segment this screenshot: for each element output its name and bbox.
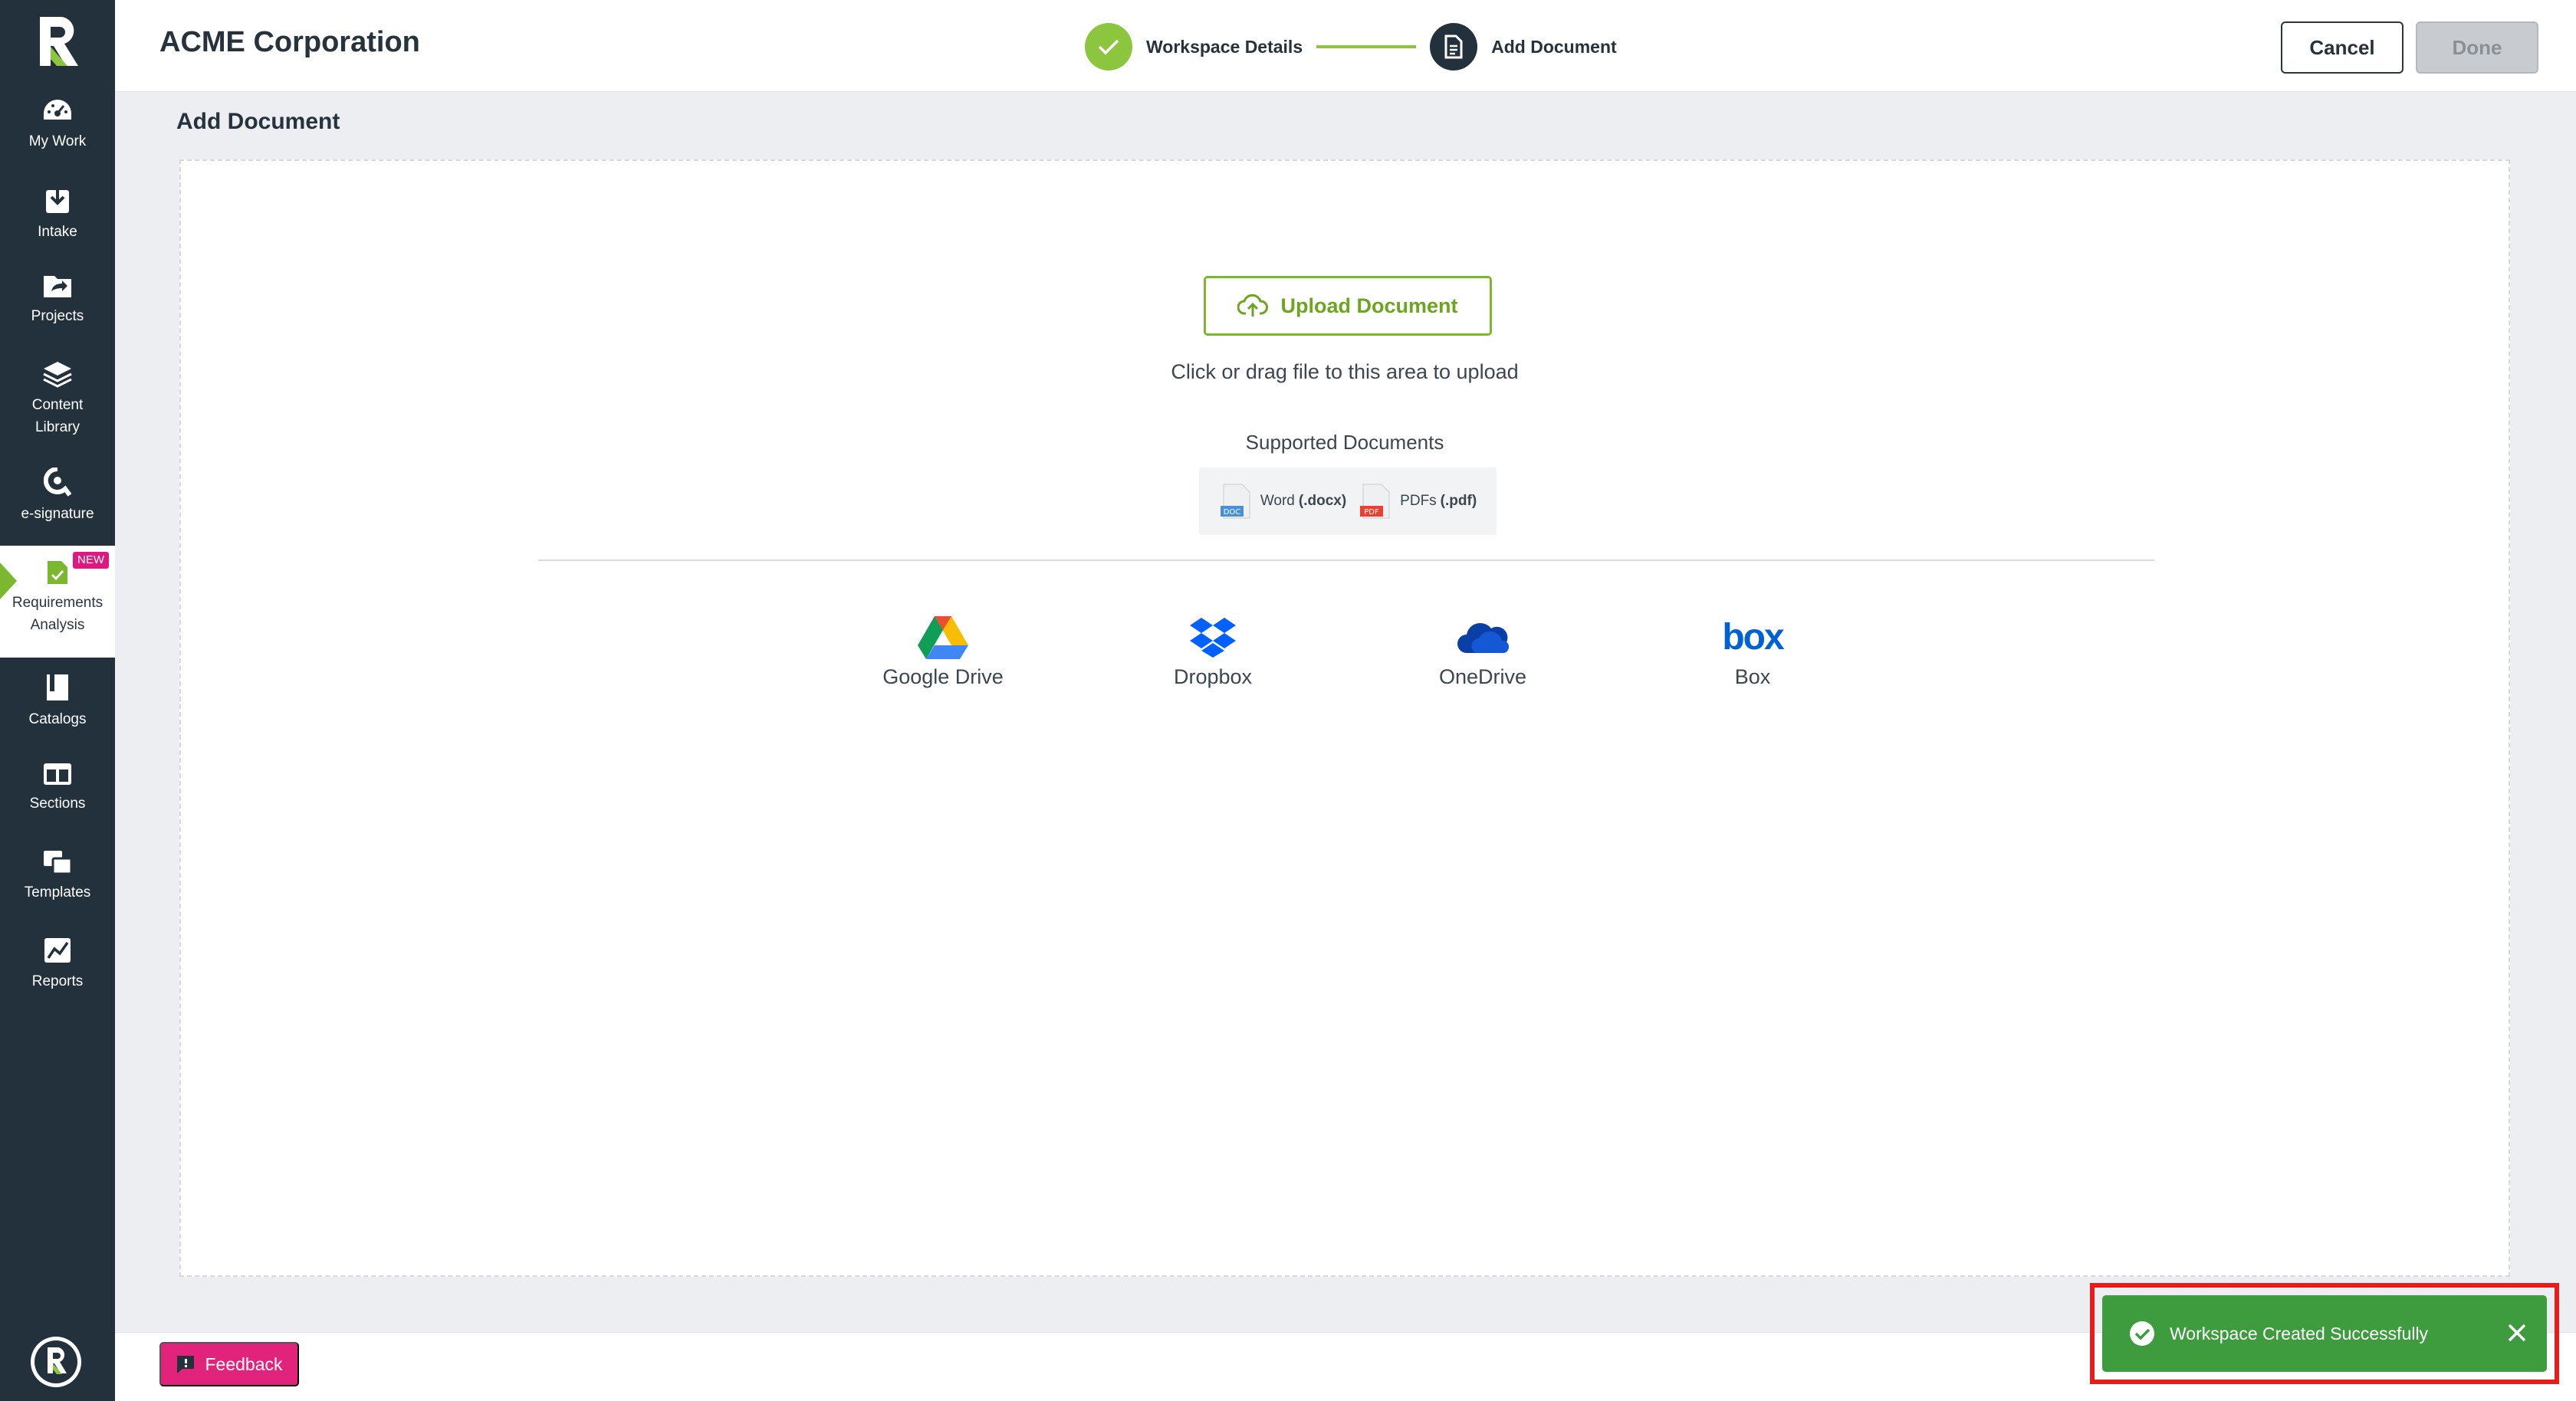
step-label-add-document: Add Document	[1491, 36, 1617, 57]
speedometer-icon	[44, 100, 71, 120]
app-logo[interactable]	[31, 14, 84, 69]
doc-type-pdf: PDF PDFs (.pdf)	[1359, 483, 1477, 520]
source-label: Box	[1734, 665, 1771, 688]
upload-document-label: Upload Document	[1280, 294, 1458, 317]
success-toast: Workspace Created Successfully	[2102, 1295, 2547, 1372]
templates-icon	[44, 851, 73, 875]
doc-type-pdf-name: PDFs	[1400, 493, 1437, 509]
sidebar-item-label: Sections	[29, 796, 86, 812]
source-label: Dropbox	[1173, 665, 1253, 688]
cancel-button[interactable]: Cancel	[2281, 21, 2404, 74]
sidebar-item-intake[interactable]: Intake	[0, 185, 115, 243]
sidebar-item-reports[interactable]: Reports	[0, 937, 115, 993]
sidebar-item-label: Intake	[38, 224, 77, 240]
sidebar-item-content-library[interactable]: Content Library	[0, 360, 115, 438]
done-button[interactable]: Done	[2416, 21, 2538, 74]
sidebar: My Work Intake Projects Content Library …	[0, 0, 115, 1401]
sidebar-item-label: Templates	[24, 884, 91, 901]
app-logo-bottom[interactable]	[29, 1335, 83, 1389]
sidebar-item-label: Reports	[31, 973, 84, 989]
sidebar-item-label: Content Library	[31, 397, 84, 435]
toast-message: Workspace Created Successfully	[2170, 1323, 2429, 1344]
sidebar-item-catalogs[interactable]: Catalogs	[0, 673, 115, 730]
feedback-icon	[177, 1356, 195, 1373]
google-drive-icon	[918, 616, 968, 659]
cloud-upload-icon	[1237, 294, 1269, 317]
doc-type-word-name: Word	[1260, 493, 1295, 509]
sidebar-item-sections[interactable]: Sections	[0, 762, 115, 815]
doc-type-pdf-ext: (.pdf)	[1440, 493, 1477, 509]
dropbox-icon	[1190, 618, 1236, 658]
top-header: ACME Corporation Workspace Details Add D…	[115, 0, 2576, 92]
signature-icon	[44, 468, 71, 497]
sidebar-item-templates[interactable]: Templates	[0, 849, 115, 904]
box-icon: box	[1722, 616, 1784, 658]
close-icon[interactable]	[2504, 1320, 2530, 1346]
layers-icon	[43, 362, 72, 388]
feedback-label: Feedback	[205, 1353, 283, 1374]
svg-text:DOC: DOC	[1224, 508, 1241, 517]
word-doc-icon: DOC	[1220, 484, 1250, 519]
doc-type-word-ext: (.docx)	[1298, 493, 1347, 509]
source-onedrive[interactable]: OneDrive	[1398, 612, 1567, 689]
step-connector	[1316, 45, 1417, 48]
source-google-drive[interactable]: Google Drive	[859, 612, 1027, 689]
source-dropbox[interactable]: Dropbox	[1129, 612, 1297, 689]
upload-document-button[interactable]: Upload Document	[1204, 276, 1492, 336]
sidebar-item-label: My Work	[28, 133, 87, 149]
supported-documents-title: Supported Documents	[1245, 431, 1444, 454]
source-box[interactable]: box Box	[1668, 612, 1837, 689]
sidebar-item-label: e-signature	[21, 506, 94, 522]
chart-icon	[44, 938, 71, 963]
supported-documents-list: DOC Word (.docx) PDF PDFs (.pdf)	[1199, 468, 1497, 535]
step-label-workspace-details: Workspace Details	[1146, 36, 1303, 57]
download-icon	[46, 185, 69, 213]
sidebar-item-projects[interactable]: Projects	[0, 273, 115, 327]
svg-text:PDF: PDF	[1364, 508, 1379, 517]
source-label: Google Drive	[882, 665, 1004, 688]
page-title: Add Document	[176, 109, 340, 134]
doc-type-word: DOC Word (.docx)	[1219, 483, 1346, 520]
divider	[538, 559, 2154, 561]
sidebar-item-requirements-analysis[interactable]: NEW Requirements Analysis	[0, 546, 115, 658]
new-badge: NEW	[73, 552, 109, 569]
feedback-button[interactable]: Feedback	[159, 1342, 299, 1386]
upload-dropzone[interactable]: Upload Document Click or drag file to th…	[179, 159, 2510, 1277]
document-check-icon	[48, 561, 67, 584]
sidebar-item-e-signature[interactable]: e-signature	[0, 468, 115, 525]
folder-share-icon	[44, 276, 71, 297]
company-name: ACME Corporation	[159, 26, 420, 58]
stepper: Workspace Details Add Document	[1085, 21, 1617, 72]
step-done-check-icon	[1085, 23, 1132, 71]
sidebar-item-my-work[interactable]: My Work	[0, 98, 115, 153]
book-icon	[47, 674, 68, 700]
sections-icon	[44, 763, 71, 785]
source-label: OneDrive	[1438, 665, 1527, 688]
drag-hint: Click or drag file to this area to uploa…	[1171, 360, 1519, 383]
sidebar-item-label: Requirements Analysis	[12, 595, 104, 633]
sidebar-item-label: Catalogs	[28, 711, 87, 727]
onedrive-icon	[1457, 622, 1510, 653]
check-circle-icon	[2130, 1321, 2154, 1346]
step-document-icon	[1430, 23, 1478, 71]
sidebar-item-label: Projects	[31, 308, 84, 324]
pdf-doc-icon: PDF	[1360, 484, 1390, 519]
